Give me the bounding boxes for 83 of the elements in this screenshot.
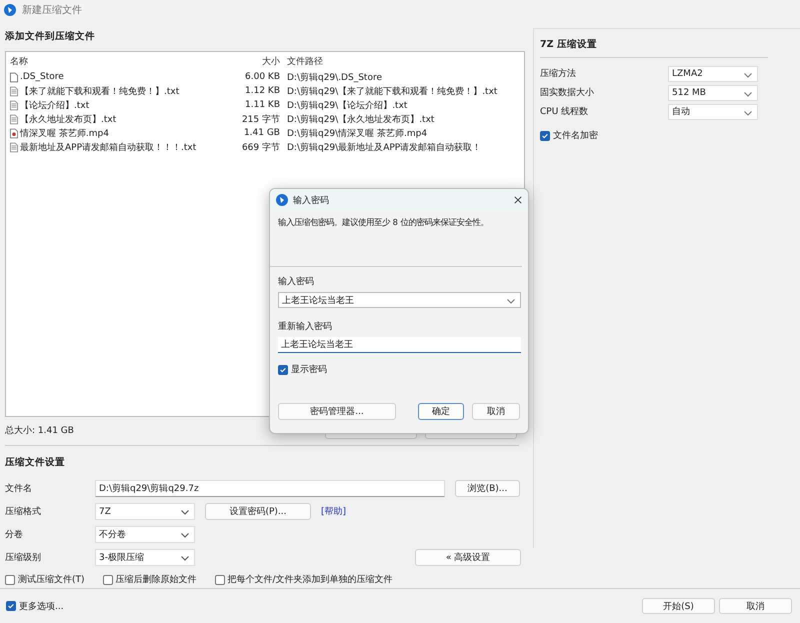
chevron-down-icon bbox=[181, 556, 189, 561]
field-label: 压缩方法 bbox=[540, 68, 577, 80]
section-heading: 7Z 压缩设置 bbox=[540, 29, 768, 58]
format-dropdown[interactable]: 7Z bbox=[95, 503, 195, 520]
dropdown[interactable]: 512 MB bbox=[668, 84, 758, 100]
file-size: 1.41 GB bbox=[242, 128, 280, 138]
cancel-button[interactable]: 取消 bbox=[719, 598, 792, 614]
checkbox-label: 测试压缩文件(T) bbox=[18, 574, 85, 586]
column-header[interactable]: 文件路径 bbox=[280, 54, 520, 68]
browse-button[interactable]: 浏览(B)... bbox=[455, 480, 520, 497]
app-icon bbox=[4, 4, 16, 16]
split-dropdown[interactable]: 不分卷 bbox=[95, 526, 195, 543]
filename-field[interactable]: D:\剪辑q29\剪辑q29.7z bbox=[95, 480, 445, 497]
checkbox-label: 文件名加密 bbox=[553, 130, 598, 142]
dropdown[interactable]: LZMA2 bbox=[668, 66, 758, 82]
checkbox-label: 压缩后删除原始文件 bbox=[116, 574, 197, 586]
window-title: 新建压缩文件 bbox=[22, 4, 82, 17]
cancel-button[interactable]: 取消 bbox=[472, 403, 520, 420]
section-heading: 添加文件到压缩文件 bbox=[5, 30, 96, 44]
file-path: D:\剪辑q29\【论坛介绍】.txt bbox=[286, 100, 408, 112]
checkbox[interactable] bbox=[5, 574, 15, 584]
field-label: 分卷 bbox=[5, 528, 24, 541]
checkbox-label: 把每个文件/文件夹添加到单独的压缩文件 bbox=[228, 574, 393, 586]
column-header[interactable]: 名称 bbox=[10, 54, 226, 68]
ok-button[interactable]: 确定 bbox=[418, 403, 464, 420]
column-header[interactable]: 大小 bbox=[226, 54, 280, 68]
file-size: 6.00 KB bbox=[244, 72, 280, 82]
file-name[interactable]: 情深叉喔 茶艺师.mp4 bbox=[20, 126, 109, 140]
file-size: 1.12 KB bbox=[244, 86, 280, 96]
chevron-down-icon bbox=[744, 110, 752, 116]
text-file-icon bbox=[10, 114, 18, 124]
chevron-down-icon bbox=[181, 533, 189, 538]
file-size: 669 字节 bbox=[240, 142, 280, 154]
advanced-settings-button[interactable]: « 高级设置 bbox=[415, 549, 521, 566]
file-name[interactable]: 【论坛介绍】.txt bbox=[20, 98, 90, 112]
file-size: 1.11 KB bbox=[244, 100, 280, 110]
file-path: D:\剪辑q29\最新地址及APP请发邮箱自动获取！ bbox=[286, 142, 482, 154]
set-password-button[interactable]: 设置密码(P)... bbox=[205, 503, 311, 520]
field-label: 输入密码 bbox=[278, 276, 315, 288]
file-icon bbox=[10, 72, 18, 82]
file-name[interactable]: 最新地址及APP请发邮箱自动获取！！！.txt bbox=[20, 140, 196, 154]
text-file-icon bbox=[10, 142, 18, 152]
level-dropdown[interactable]: 3-极限压缩 bbox=[95, 549, 195, 566]
checkbox[interactable] bbox=[102, 574, 113, 584]
checkbox[interactable] bbox=[540, 130, 550, 140]
password-field[interactable]: 上老王论坛当老王 bbox=[278, 337, 521, 353]
text-file-icon bbox=[10, 86, 18, 96]
field-label: 重新输入密码 bbox=[278, 320, 333, 333]
start-button[interactable]: 开始(S) bbox=[642, 598, 715, 614]
field-label: 压缩级别 bbox=[5, 552, 42, 564]
chevron-down-icon bbox=[744, 72, 752, 78]
dialog-title: 输入密码 bbox=[293, 194, 330, 206]
password-manager-button[interactable]: 密码管理器... bbox=[278, 403, 396, 420]
help-link[interactable]: [帮助] bbox=[321, 505, 346, 518]
close-icon[interactable] bbox=[514, 196, 522, 204]
chevron-down-icon bbox=[507, 299, 515, 304]
text-file-icon bbox=[10, 100, 18, 110]
field-label: 文件名 bbox=[5, 482, 33, 495]
file-name[interactable]: 【来了就能下载和观看！纯免费！】.txt bbox=[20, 84, 180, 98]
checkbox[interactable] bbox=[214, 574, 225, 584]
password-combo[interactable]: 上老王论坛当老王 bbox=[278, 292, 521, 308]
dropdown[interactable]: 自动 bbox=[668, 104, 758, 120]
app-icon bbox=[276, 194, 288, 206]
file-size: 215 字节 bbox=[240, 114, 280, 126]
file-path: D:\剪辑q29\.DS_Store bbox=[286, 72, 383, 84]
section-heading: 压缩文件设置 bbox=[5, 456, 66, 470]
file-path: D:\剪辑q29\【来了就能下载和观看！纯免费！】.txt bbox=[286, 86, 498, 98]
checkbox[interactable] bbox=[6, 601, 16, 611]
field-label: 压缩格式 bbox=[5, 506, 42, 518]
file-path: D:\剪辑q29\情深叉喔 茶艺师.mp4 bbox=[286, 128, 428, 140]
checkbox[interactable] bbox=[278, 364, 288, 374]
checkbox-label: 更多选项... bbox=[19, 600, 64, 612]
chevron-down-icon bbox=[181, 510, 189, 515]
field-label: 固实数据大小 bbox=[540, 86, 595, 99]
total-size: 总大小: 1.41 GB bbox=[5, 424, 74, 436]
file-path: D:\剪辑q29\【永久地址发布页】.txt bbox=[286, 114, 436, 126]
video-file-icon bbox=[10, 128, 18, 138]
chevron-down-icon bbox=[744, 92, 752, 96]
dialog-message: 输入压缩包密码。建议使用至少 8 位的密码来保证安全性。 bbox=[278, 217, 490, 228]
field-label: CPU 线程数 bbox=[540, 106, 590, 118]
checkbox-label: 显示密码 bbox=[291, 364, 327, 376]
file-name[interactable]: 【永久地址发布页】.txt bbox=[20, 112, 116, 126]
file-name[interactable]: .DS_Store bbox=[20, 72, 64, 82]
